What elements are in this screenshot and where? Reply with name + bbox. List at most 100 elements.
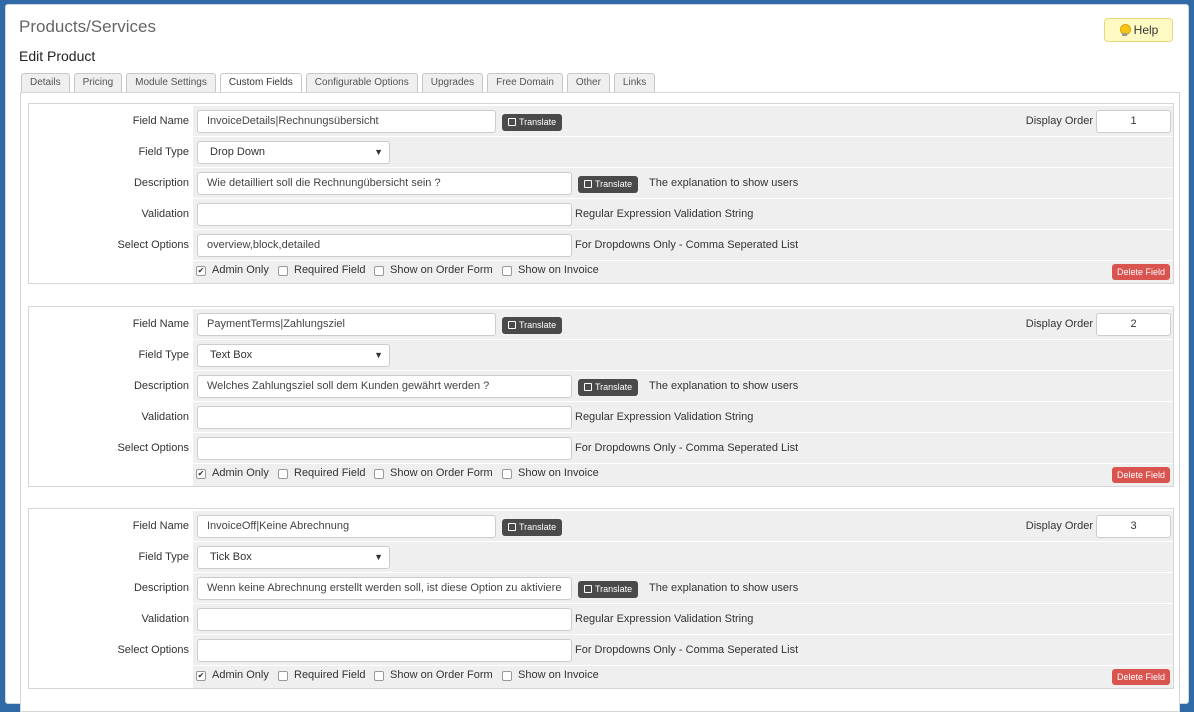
required-field-label: Required Field xyxy=(294,264,366,276)
select-options-row: Select Options For Dropdowns Only - Comm… xyxy=(29,433,1173,464)
edit-icon xyxy=(584,383,592,391)
required-field-checkbox[interactable] xyxy=(278,266,288,276)
field-type-value: Drop Down xyxy=(210,146,266,158)
field-name-input[interactable]: PaymentTerms|Zahlungsziel xyxy=(197,313,496,336)
translate-description-button[interactable]: Translate xyxy=(578,176,639,193)
field-type-select[interactable]: Drop Down ▼ xyxy=(197,141,390,164)
tab-free-domain[interactable]: Free Domain xyxy=(487,73,563,92)
delete-field-button[interactable]: Delete Field xyxy=(1111,669,1170,685)
tab-module-settings[interactable]: Module Settings xyxy=(126,73,216,92)
field-type-value: Tick Box xyxy=(210,551,252,563)
field-type-select[interactable]: Text Box ▼ xyxy=(197,344,390,367)
delete-field-button[interactable]: Delete Field xyxy=(1111,467,1170,483)
select-options-row: Select Options For Dropdowns Only - Comm… xyxy=(29,635,1173,666)
field-type-label: Field Type xyxy=(29,340,189,370)
show-on-order-form-checkbox[interactable] xyxy=(374,469,384,479)
select-options-hint: For Dropdowns Only - Comma Seperated Lis… xyxy=(575,442,799,454)
display-order-input[interactable]: 3 xyxy=(1096,515,1171,538)
display-order-label: Display Order xyxy=(1025,115,1093,127)
tab-links[interactable]: Links xyxy=(613,73,656,92)
delete-field-button[interactable]: Delete Field xyxy=(1111,264,1170,280)
field-flags-row: ✔ Admin Only Required Field Show on Orde… xyxy=(193,261,1173,283)
show-on-invoice-checkbox[interactable] xyxy=(502,671,512,681)
tab-custom-fields[interactable]: Custom Fields xyxy=(219,73,302,93)
admin-only-label: Admin Only xyxy=(212,467,269,479)
tab-details[interactable]: Details xyxy=(21,73,70,92)
tab-other[interactable]: Other xyxy=(566,73,610,92)
field-flags-row: ✔ Admin Only Required Field Show on Orde… xyxy=(193,464,1173,486)
field-name-row: Field Name PaymentTerms|Zahlungsziel Tra… xyxy=(29,309,1173,340)
lightbulb-icon xyxy=(1119,24,1131,36)
help-label: Help xyxy=(1133,23,1159,37)
validation-hint: Regular Expression Validation String xyxy=(575,208,754,220)
select-options-input[interactable] xyxy=(197,639,572,662)
field-name-label: Field Name xyxy=(29,106,189,136)
translate-name-button[interactable]: Translate xyxy=(502,114,563,131)
caret-down-icon: ▼ xyxy=(374,350,383,360)
tab-pricing[interactable]: Pricing xyxy=(73,73,123,92)
display-order-input[interactable]: 2 xyxy=(1096,313,1171,336)
show-on-order-form-checkbox[interactable] xyxy=(374,671,384,681)
field-type-value: Text Box xyxy=(210,349,253,361)
field-name-label: Field Name xyxy=(29,309,189,339)
required-field-label: Required Field xyxy=(294,467,366,479)
translate-description-button[interactable]: Translate xyxy=(578,581,639,598)
show-on-order-form-label: Show on Order Form xyxy=(390,467,493,479)
select-options-hint: For Dropdowns Only - Comma Seperated Lis… xyxy=(575,644,799,656)
show-on-invoice-checkbox[interactable] xyxy=(502,266,512,276)
field-type-row: Field Type Text Box ▼ xyxy=(29,340,1173,371)
display-order-label: Display Order xyxy=(1025,520,1093,532)
select-options-row: Select Options overview,block,detailed F… xyxy=(29,230,1173,261)
custom-field-block: Field Name PaymentTerms|Zahlungsziel Tra… xyxy=(28,306,1174,487)
description-input[interactable]: Wie detailliert soll die Rechnungübersic… xyxy=(197,172,572,195)
select-options-label: Select Options xyxy=(29,635,189,665)
validation-input[interactable] xyxy=(197,203,572,226)
translate-label: Translate xyxy=(519,320,557,330)
admin-only-checkbox[interactable]: ✔ xyxy=(196,469,206,479)
field-name-row: Field Name InvoiceOff|Keine Abrechnung T… xyxy=(29,511,1173,542)
translate-label: Translate xyxy=(595,382,633,392)
validation-row: Validation Regular Expression Validation… xyxy=(29,199,1173,230)
admin-only-checkbox[interactable]: ✔ xyxy=(196,671,206,681)
custom-fields-panel: Field Name InvoiceDetails|Rechnungsübers… xyxy=(20,92,1180,712)
field-name-input[interactable]: InvoiceDetails|Rechnungsübersicht xyxy=(197,110,496,133)
tab-configurable-options[interactable]: Configurable Options xyxy=(305,73,418,92)
required-field-checkbox[interactable] xyxy=(278,469,288,479)
description-row: Description Wenn keine Abrechnung erstel… xyxy=(29,573,1173,604)
description-input[interactable]: Welches Zahlungsziel soll dem Kunden gew… xyxy=(197,375,572,398)
field-type-row: Field Type Tick Box ▼ xyxy=(29,542,1173,573)
validation-label: Validation xyxy=(29,199,189,229)
show-on-order-form-checkbox[interactable] xyxy=(374,266,384,276)
validation-input[interactable] xyxy=(197,406,572,429)
page-container: Products/Services Edit Product Help Deta… xyxy=(5,4,1189,712)
required-field-checkbox[interactable] xyxy=(278,671,288,681)
custom-field-block: Field Name InvoiceDetails|Rechnungsübers… xyxy=(28,103,1174,284)
caret-down-icon: ▼ xyxy=(374,552,383,562)
admin-only-checkbox[interactable]: ✔ xyxy=(196,266,206,276)
edit-icon xyxy=(508,523,516,531)
translate-name-button[interactable]: Translate xyxy=(502,519,563,536)
description-input[interactable]: Wenn keine Abrechnung erstellt werden so… xyxy=(197,577,572,600)
validation-row: Validation Regular Expression Validation… xyxy=(29,402,1173,433)
field-type-select[interactable]: Tick Box ▼ xyxy=(197,546,390,569)
show-on-invoice-label: Show on Invoice xyxy=(518,669,599,681)
description-row: Description Wie detailliert soll die Rec… xyxy=(29,168,1173,199)
select-options-input[interactable] xyxy=(197,437,572,460)
validation-input[interactable] xyxy=(197,608,572,631)
required-field-label: Required Field xyxy=(294,669,366,681)
display-order-label: Display Order xyxy=(1025,318,1093,330)
show-on-invoice-checkbox[interactable] xyxy=(502,469,512,479)
translate-description-button[interactable]: Translate xyxy=(578,379,639,396)
tab-upgrades[interactable]: Upgrades xyxy=(421,73,484,92)
description-hint: The explanation to show users xyxy=(649,582,799,594)
help-button[interactable]: Help xyxy=(1104,18,1173,42)
edit-icon xyxy=(508,321,516,329)
description-row: Description Welches Zahlungsziel soll de… xyxy=(29,371,1173,402)
select-options-input[interactable]: overview,block,detailed xyxy=(197,234,572,257)
validation-label: Validation xyxy=(29,402,189,432)
translate-name-button[interactable]: Translate xyxy=(502,317,563,334)
field-name-input[interactable]: InvoiceOff|Keine Abrechnung xyxy=(197,515,496,538)
display-order-input[interactable]: 1 xyxy=(1096,110,1171,133)
validation-hint: Regular Expression Validation String xyxy=(575,613,754,625)
translate-label: Translate xyxy=(519,522,557,532)
